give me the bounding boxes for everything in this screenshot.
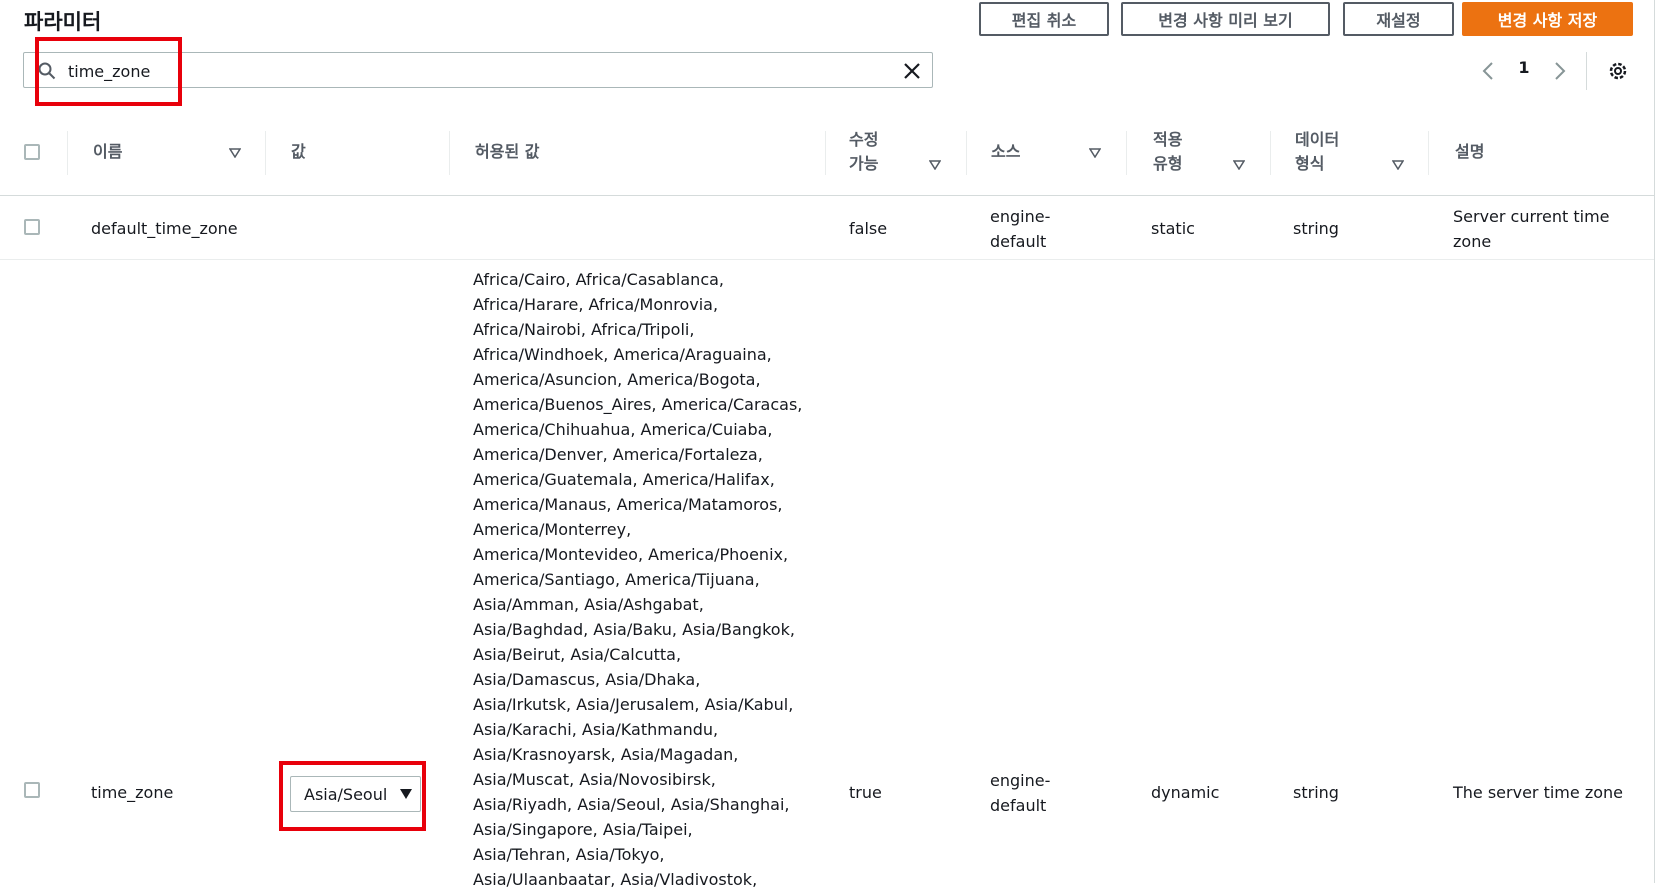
search-box[interactable]	[23, 52, 933, 88]
allowed-value-line: Asia/Muscat, Asia/Novosibirsk,	[473, 770, 716, 789]
column-header-data-type-line1[interactable]: 데이터	[1295, 127, 1339, 153]
row-checkbox[interactable]	[24, 219, 40, 235]
value-select-label: Asia/Seoul	[304, 784, 388, 804]
allowed-value-line: Africa/Windhoek, America/Araguaina,	[473, 345, 772, 364]
allowed-value-line: Asia/Baghdad, Asia/Baku, Asia/Bangkok,	[473, 620, 795, 639]
allowed-value-line: Asia/Ulaanbaatar, Asia/Vladivostok,	[473, 870, 758, 889]
select-all-checkbox[interactable]	[24, 144, 40, 160]
pager-divider	[1586, 52, 1587, 90]
close-icon[interactable]	[902, 61, 922, 81]
panel-right-border	[1654, 0, 1655, 883]
sort-down-icon[interactable]	[1089, 148, 1101, 158]
row-name: time_zone	[91, 783, 174, 802]
column-divider	[966, 131, 967, 175]
row-source-line1: engine-	[990, 207, 1051, 226]
row-name: default_time_zone	[91, 219, 238, 238]
column-divider	[265, 131, 266, 175]
column-header-modifiable-line1[interactable]: 수정	[849, 127, 878, 153]
column-header-description: 설명	[1455, 142, 1485, 161]
preview-changes-button[interactable]: 변경 사항 미리 보기	[1121, 2, 1330, 36]
sort-down-icon[interactable]	[1233, 160, 1245, 170]
column-divider	[1428, 131, 1429, 175]
allowed-value-line: Africa/Cairo, Africa/Casablanca,	[473, 270, 725, 289]
sort-down-icon[interactable]	[229, 148, 241, 158]
allowed-value-line: America/Asuncion, America/Bogota,	[473, 370, 761, 389]
row-data-type: string	[1293, 783, 1339, 802]
column-divider	[449, 131, 450, 175]
allowed-value-line: America/Monterrey,	[473, 520, 632, 539]
row-apply-type: static	[1151, 219, 1195, 238]
row-modifiable: true	[849, 783, 882, 802]
allowed-value-line: Asia/Amman, Asia/Ashgabat,	[473, 595, 704, 614]
allowed-value-line: America/Buenos_Aires, America/Caracas,	[473, 395, 803, 414]
row-allowed-values: Africa/Cairo, Africa/Casablanca, Africa/H…	[473, 267, 818, 892]
allowed-value-line: Asia/Beirut, Asia/Calcutta,	[473, 645, 682, 664]
allowed-value-line: Asia/Damascus, Asia/Dhaka,	[473, 670, 701, 689]
allowed-value-line: America/Manaus, America/Matamoros,	[473, 495, 783, 514]
chevron-right-icon[interactable]	[1550, 56, 1570, 86]
row-checkbox[interactable]	[24, 782, 40, 798]
column-divider	[825, 131, 826, 175]
allowed-value-line: America/Santiago, America/Tijuana,	[473, 570, 760, 589]
search-input[interactable]	[68, 60, 868, 82]
row-modifiable: false	[849, 219, 888, 238]
column-header-allowed-values: 허용된 값	[475, 142, 540, 161]
column-header-source[interactable]: 소스	[991, 139, 1020, 165]
row-description-line2: zone	[1453, 232, 1492, 251]
column-header-name[interactable]: 이름	[93, 139, 122, 165]
column-header-data-type-line2[interactable]: 형식	[1295, 151, 1324, 177]
allowed-value-line: America/Guatemala, America/Halifax,	[473, 470, 775, 489]
column-header-value: 값	[291, 142, 306, 161]
row-apply-type: dynamic	[1151, 783, 1220, 802]
row-source-line2: default	[990, 232, 1047, 251]
column-divider	[67, 131, 68, 175]
column-header-modifiable-line2[interactable]: 가능	[849, 151, 878, 177]
row-source-line2: default	[990, 796, 1047, 815]
row-description-line1: Server current time	[1453, 207, 1610, 226]
allowed-value-line: Africa/Nairobi, Africa/Tripoli,	[473, 320, 695, 339]
allowed-value-line: Asia/Riyadh, Asia/Seoul, Asia/Shanghai,	[473, 795, 790, 814]
allowed-value-line: America/Montevideo, America/Phoenix,	[473, 545, 789, 564]
header-divider	[0, 195, 1654, 196]
allowed-value-line: Asia/Krasnoyarsk, Asia/Magadan,	[473, 745, 739, 764]
caret-down-icon	[400, 789, 412, 799]
cancel-edit-button[interactable]: 편집 취소	[979, 2, 1109, 36]
allowed-value-line: America/Chihuahua, America/Cuiaba,	[473, 420, 773, 439]
column-divider	[1126, 131, 1127, 175]
allowed-value-line: Asia/Karachi, Asia/Kathmandu,	[473, 720, 719, 739]
current-page-number[interactable]: 1	[1514, 58, 1534, 77]
row-data-type: string	[1293, 219, 1339, 238]
allowed-value-line: America/Denver, America/Fortaleza,	[473, 445, 763, 464]
reset-button[interactable]: 재설정	[1343, 2, 1454, 36]
save-changes-button[interactable]: 변경 사항 저장	[1462, 2, 1633, 36]
column-header-apply-type-line2[interactable]: 유형	[1153, 151, 1182, 177]
row-description: The server time zone	[1453, 783, 1623, 802]
allowed-value-line: Africa/Harare, Africa/Monrovia,	[473, 295, 719, 314]
row-divider	[0, 259, 1654, 260]
search-icon	[38, 62, 56, 80]
allowed-value-line: Asia/Singapore, Asia/Taipei,	[473, 820, 693, 839]
sort-down-icon[interactable]	[1392, 160, 1404, 170]
sort-down-icon[interactable]	[929, 160, 941, 170]
chevron-left-icon[interactable]	[1478, 56, 1498, 86]
column-header-apply-type-line1[interactable]: 적용	[1153, 127, 1182, 153]
allowed-value-line: Asia/Irkutsk, Asia/Jerusalem, Asia/Kabul…	[473, 695, 794, 714]
value-select[interactable]: Asia/Seoul	[290, 776, 421, 812]
allowed-value-line: Asia/Tehran, Asia/Tokyo,	[473, 845, 665, 864]
page-title: 파라미터	[24, 10, 102, 34]
gear-icon[interactable]	[1605, 56, 1631, 86]
row-source-line1: engine-	[990, 771, 1051, 790]
column-divider	[1270, 131, 1271, 175]
